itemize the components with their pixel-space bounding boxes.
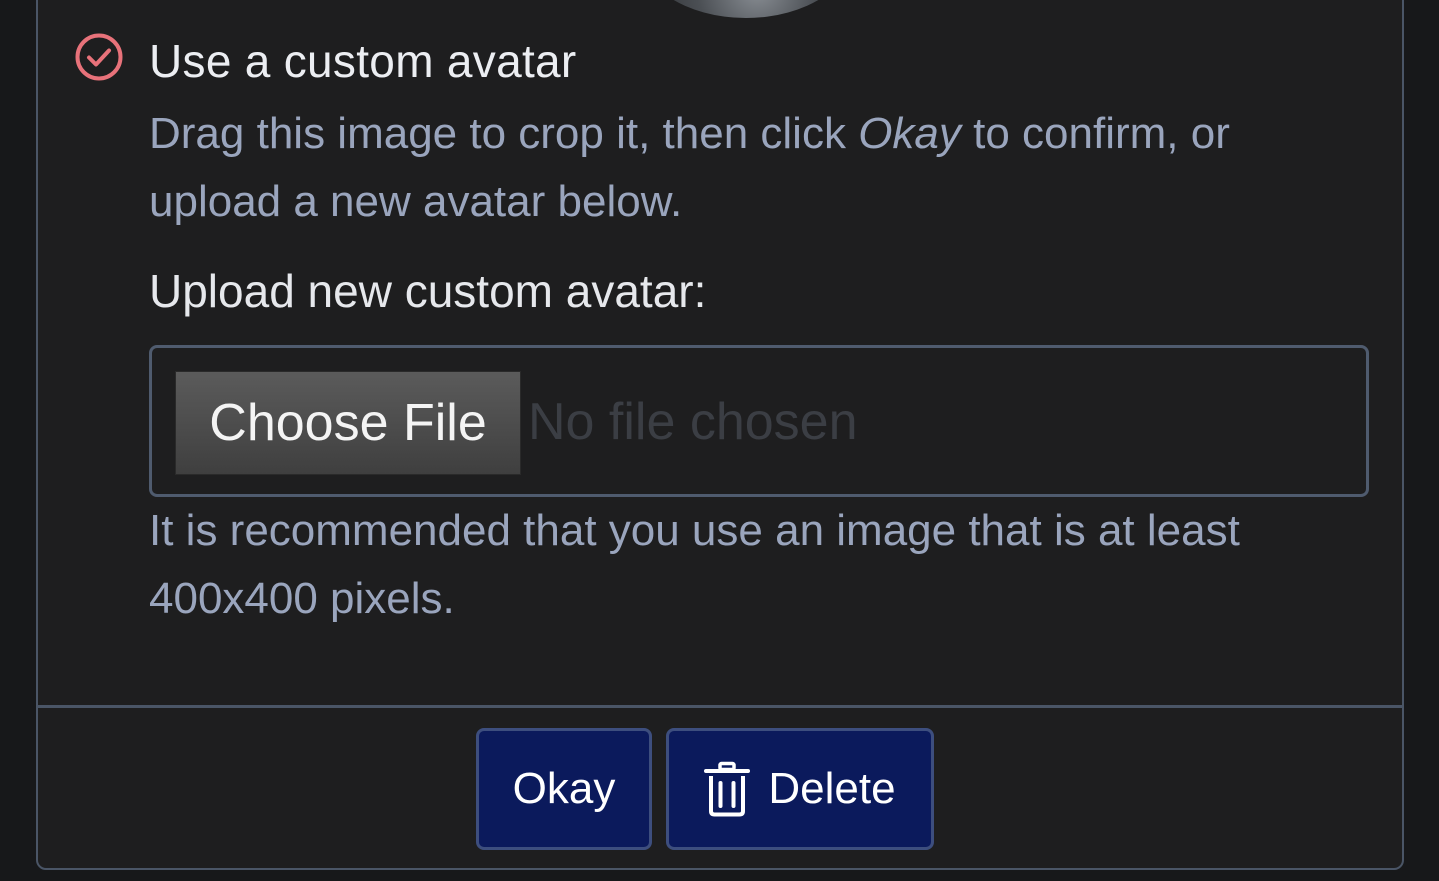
delete-button-label: Delete [768, 764, 896, 813]
trash-icon [704, 761, 751, 817]
okay-button-label: Okay [512, 764, 616, 813]
description-okay-emphasis: Okay [858, 109, 961, 158]
custom-avatar-title: Use a custom avatar [149, 35, 577, 87]
upload-help-text: It is recommended that you use an image … [149, 506, 1240, 623]
avatar-file-input[interactable]: Choose File No file chosen [149, 345, 1369, 497]
description-text-start: Drag this image to crop it, then click [149, 109, 859, 158]
delete-button[interactable]: Delete [666, 728, 934, 850]
dialog-footer: Okay Delete [38, 705, 1402, 868]
avatar-crop-preview[interactable] [636, 0, 856, 18]
avatar-dialog: Use a custom avatar Drag this image to c… [36, 0, 1404, 870]
okay-button[interactable]: Okay [476, 728, 652, 850]
file-status-text: No file chosen [528, 393, 858, 451]
custom-avatar-description: Drag this image to crop it, then click O… [149, 100, 1309, 236]
choose-file-button[interactable]: Choose File [175, 371, 521, 475]
check-circle-icon [75, 33, 123, 81]
upload-label: Upload new custom avatar: [149, 265, 707, 317]
